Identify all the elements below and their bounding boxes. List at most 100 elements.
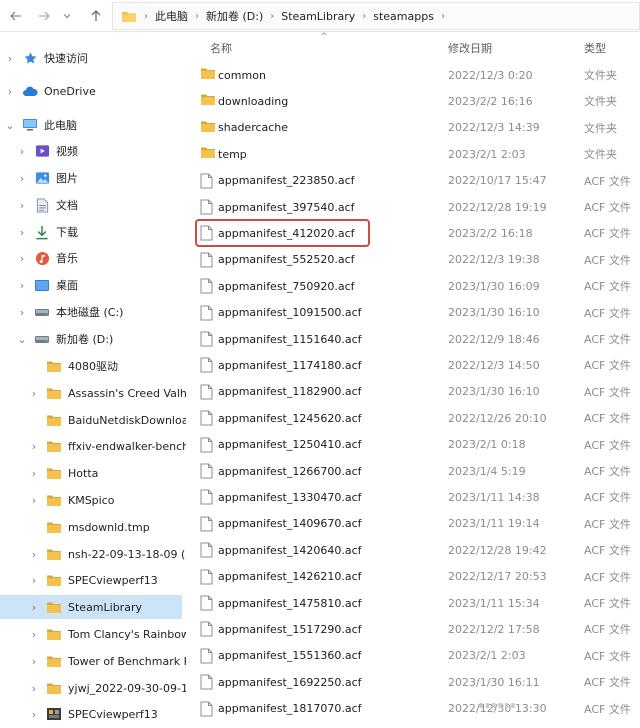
sidebar-item-tom-clancy-s-rainbow-six-e[interactable]: › Tom Clancy's Rainbow Six E <box>0 622 186 646</box>
sidebar-item-视频[interactable]: › 视频 <box>0 139 186 163</box>
sidebar-item-msdownld-tmp[interactable]: msdownld.tmp <box>0 515 186 539</box>
sidebar-item-此电脑[interactable]: ⌄ 此电脑 <box>0 113 186 137</box>
watermark: ∎∎∎∎∎∎ <box>478 700 517 711</box>
chevron-right-icon[interactable]: › <box>4 85 16 98</box>
file-row[interactable]: appmanifest_552520.acf 2022/12/3 19:38 ACF… <box>186 247 640 273</box>
download-icon <box>34 224 50 240</box>
sidebar-item-steamlibrary[interactable]: › SteamLibrary <box>0 595 182 619</box>
chevron-right-icon[interactable] <box>28 360 40 372</box>
breadcrumb-steamapps[interactable]: steamapps <box>373 10 434 23</box>
sidebar-item-kmspico[interactable]: › KMSpico <box>0 488 186 512</box>
sidebar-item-图片[interactable]: › 图片 <box>0 166 186 190</box>
chevron-right-icon[interactable]: › <box>28 601 40 614</box>
forward-button[interactable] <box>34 6 54 26</box>
arrow-up-icon <box>91 10 101 21</box>
sidebar-item-桌面[interactable]: › 桌面 <box>0 273 186 297</box>
column-header-date[interactable]: 修改日期 <box>448 40 492 56</box>
sidebar-item-快速访问[interactable]: › 快速访问 <box>0 46 186 70</box>
sidebar-item-onedrive[interactable]: › OneDrive <box>0 79 186 103</box>
file-row[interactable]: appmanifest_1182900.acf 2023/1/30 16:10 AC… <box>186 379 640 405</box>
sidebar-item-specviewperf13[interactable]: › SPECviewperf13 <box>0 702 186 726</box>
chevron-right-icon[interactable]: › <box>28 548 40 561</box>
sidebar-item-ffxiv-endwalker-bench[interactable]: › ffxiv-endwalker-bench <box>0 434 186 458</box>
chevron-right-icon[interactable]: › <box>4 52 16 65</box>
file-row[interactable]: appmanifest_1091500.acf 2023/1/30 16:10 AC… <box>186 300 640 326</box>
file-row[interactable]: downloading 2023/2/2 16:16 文件夹 <box>186 88 640 114</box>
file-row[interactable]: appmanifest_1426210.acf 2022/12/17 20:53 A… <box>186 564 640 590</box>
chevron-right-icon[interactable]: › <box>28 440 40 453</box>
file-row[interactable]: appmanifest_1420640.acf 2022/12/28 19:42 A… <box>186 537 640 563</box>
file-row[interactable]: appmanifest_1409670.acf 2023/1/11 19:14 AC… <box>186 511 640 537</box>
sidebar-item-yjwj-2022-09-30-09-15[interactable]: › yjwj_2022-09-30-09-15 <box>0 676 186 700</box>
file-row[interactable]: appmanifest_1330470.acf 2023/1/11 14:38 AC… <box>186 484 640 510</box>
chevron-right-icon[interactable]: › <box>16 226 28 239</box>
breadcrumb-this-pc[interactable]: 此电脑 <box>155 8 188 24</box>
back-button[interactable] <box>6 6 26 26</box>
sidebar-item-下载[interactable]: › 下载 <box>0 220 186 244</box>
column-header-type[interactable]: 类型 <box>584 40 606 56</box>
file-row[interactable]: common 2022/12/3 0:20 文件夹 <box>186 62 640 88</box>
sidebar-item-文档[interactable]: › 文档 <box>0 193 186 217</box>
file-row[interactable]: temp 2023/2/1 2:03 文件夹 <box>186 141 640 167</box>
sidebar-item-音乐[interactable]: › 音乐 <box>0 246 186 270</box>
chevron-right-icon[interactable]: › <box>16 252 28 265</box>
chevron-down-icon[interactable]: ⌄ <box>16 333 28 346</box>
chevron-right-icon[interactable]: › <box>16 306 28 319</box>
column-header-name[interactable]: 名称 <box>210 40 232 56</box>
sidebar-item-nsh-22-09-13-18-09-1[interactable]: › nsh-22-09-13-18-09 (1) <box>0 542 186 566</box>
file-row[interactable]: appmanifest_750920.acf 2023/1/30 16:09 ACF… <box>186 273 640 299</box>
chevron-right-icon[interactable]: › <box>16 279 28 292</box>
chevron-right-icon[interactable]: › <box>28 467 40 480</box>
chevron-right-icon[interactable]: › <box>28 628 40 641</box>
file-row[interactable]: appmanifest_1151640.acf 2022/12/9 18:46 AC… <box>186 326 640 352</box>
sidebar-item-assassin-s-creed-valhalla[interactable]: › Assassin's Creed Valhalla <box>0 381 186 405</box>
file-row[interactable]: appmanifest_1551360.acf 2023/2/1 2:03 ACF … <box>186 643 640 669</box>
up-button[interactable] <box>86 6 106 26</box>
sidebar-item-tower-of-benchmark-route[interactable]: › Tower of Benchmark Route <box>0 649 186 673</box>
file-date: 2022/12/3 14:50 <box>448 358 540 372</box>
sidebar-item-4080驱动[interactable]: 4080驱动 <box>0 354 186 378</box>
file-row[interactable]: appmanifest_1250410.acf 2023/2/1 0:18 ACF … <box>186 432 640 458</box>
chevron-right-icon[interactable]: › <box>28 387 40 400</box>
address-bar[interactable]: › 此电脑 › 新加卷 (D:) › SteamLibrary › steama… <box>112 2 640 30</box>
file-row[interactable]: appmanifest_1817070.acf 2022/12/30 13:30 A… <box>186 696 640 722</box>
file-row[interactable]: appmanifest_1266700.acf 2023/1/4 5:19 ACF … <box>186 458 640 484</box>
star-icon <box>22 50 38 66</box>
sidebar-item-hotta[interactable]: › Hotta <box>0 461 186 485</box>
breadcrumb-drive-d[interactable]: 新加卷 (D:) <box>206 8 263 24</box>
music-icon <box>34 250 50 266</box>
breadcrumb-steamlibrary[interactable]: SteamLibrary <box>281 10 355 23</box>
sidebar-item-specviewperf13[interactable]: › SPECviewperf13 <box>0 568 186 592</box>
sidebar-item-本地磁盘-c[interactable]: › 本地磁盘 (C:) <box>0 300 186 324</box>
sidebar-item-新加卷-d[interactable]: ⌄ 新加卷 (D:) <box>0 327 186 351</box>
sidebar-item-baidunetdiskdownload[interactable]: BaiduNetdiskDownload <box>0 408 186 432</box>
file-date: 2023/1/4 5:19 <box>448 464 526 478</box>
chevron-right-icon[interactable]: › <box>16 145 28 158</box>
sidebar-item-label: 桌面 <box>56 279 78 292</box>
file-row[interactable]: appmanifest_1692250.acf 2023/1/30 16:11 AC… <box>186 669 640 695</box>
chevron-right-icon[interactable]: › <box>28 655 40 668</box>
chevron-down-icon[interactable]: ⌄ <box>4 119 16 132</box>
document-icon <box>34 197 50 213</box>
chevron-right-icon[interactable]: › <box>28 682 40 695</box>
file-row[interactable]: appmanifest_1475810.acf 2023/1/11 15:34 AC… <box>186 590 640 616</box>
file-row[interactable]: shadercache 2022/12/3 14:39 文件夹 <box>186 115 640 141</box>
file-row[interactable]: appmanifest_223850.acf 2022/10/17 15:47 AC… <box>186 168 640 194</box>
file-icon <box>200 621 216 637</box>
chevron-right-icon[interactable]: › <box>16 199 28 212</box>
file-list: 名称 ^ 修改日期 类型 common 2022/12/3 0:20 文件夹 down… <box>186 32 640 728</box>
recent-locations-button[interactable] <box>60 6 74 26</box>
chevron-right-icon[interactable]: › <box>16 172 28 185</box>
file-row[interactable]: appmanifest_397540.acf 2022/12/28 19:19 AC… <box>186 194 640 220</box>
file-row[interactable]: appmanifest_1174180.acf 2022/12/3 14:50 AC… <box>186 352 640 378</box>
chevron-right-icon[interactable]: › <box>28 708 40 721</box>
file-row[interactable]: appmanifest_1517290.acf 2022/12/2 17:58 AC… <box>186 616 640 642</box>
chevron-right-icon[interactable] <box>28 414 40 426</box>
file-name: appmanifest_1517290.acf <box>218 622 362 636</box>
chevron-right-icon[interactable] <box>28 521 40 533</box>
file-date: 2022/12/28 19:19 <box>448 200 547 214</box>
file-type: ACF 文件 <box>584 253 631 267</box>
chevron-right-icon[interactable]: › <box>28 574 40 587</box>
chevron-right-icon[interactable]: › <box>28 494 40 507</box>
file-row[interactable]: appmanifest_1245620.acf 2022/12/26 20:10 A… <box>186 405 640 431</box>
